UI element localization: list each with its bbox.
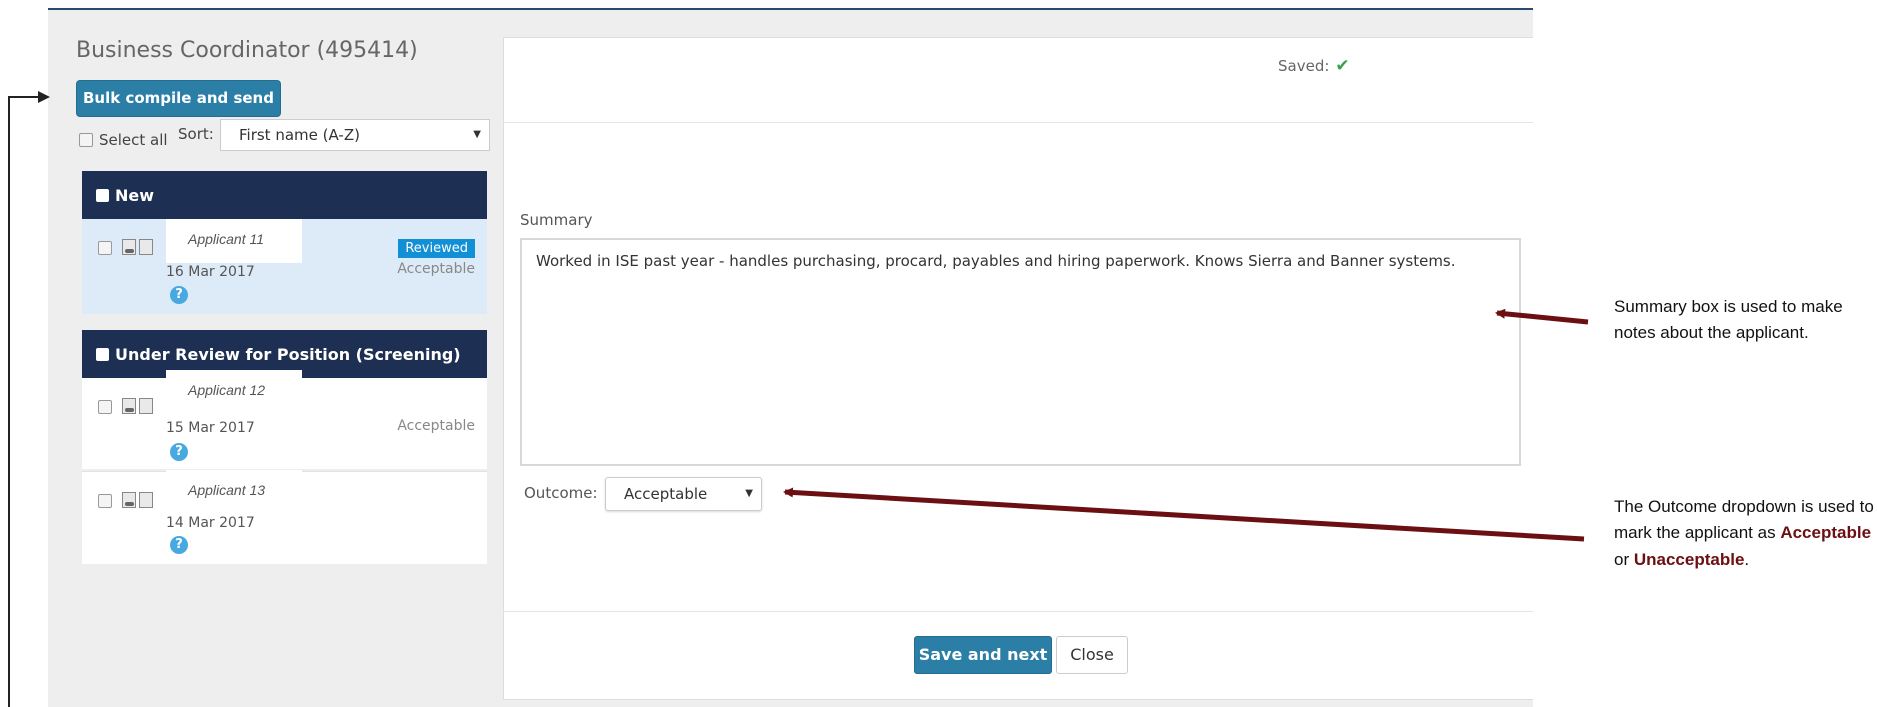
select-all-label: Select all [99, 131, 168, 149]
copy-document-icon[interactable] [139, 492, 153, 508]
applicant-date: 16 Mar 2017 [166, 264, 255, 280]
close-button[interactable]: Close [1056, 636, 1128, 674]
outcome-annotation: The Outcome dropdown is used to mark the… [1614, 494, 1876, 573]
applicant-doc-icons [122, 239, 153, 255]
bulk-compile-send-button[interactable]: Bulk compile and send [76, 80, 281, 117]
applicant-checkbox[interactable] [98, 494, 112, 508]
applicant-doc-icons [122, 398, 153, 414]
group-checkbox[interactable] [96, 188, 109, 202]
applicant-doc-icons [122, 492, 153, 508]
applicant-card[interactable]: Applicant 13 14 Mar 2017 ? [82, 470, 487, 564]
outcome-note-unacceptable: Unacceptable [1633, 549, 1745, 569]
reviewed-badge: Reviewed [398, 239, 475, 258]
footer-divider [503, 611, 1533, 612]
applicant-card[interactable]: Applicant 12 15 Mar 2017 ? Acceptable [82, 370, 487, 469]
applicant-card[interactable]: Applicant 11 16 Mar 2017 ? Reviewed Acce… [82, 219, 487, 314]
copy-document-icon[interactable] [139, 398, 153, 414]
applicant-date: 14 Mar 2017 [166, 515, 255, 531]
outcome-note-end: . [1744, 549, 1750, 569]
outcome-value: Acceptable [624, 485, 708, 503]
select-all[interactable]: Select all [79, 131, 168, 149]
group-title: Under Review for Position (Screening) [115, 344, 461, 364]
applicant-date: 15 Mar 2017 [166, 420, 255, 436]
help-icon[interactable]: ? [170, 536, 188, 554]
applicant-checkbox[interactable] [98, 241, 112, 255]
help-icon[interactable]: ? [170, 443, 188, 461]
sort-select-value: First name (A-Z) [239, 126, 360, 144]
caret-down-icon: ▼ [473, 129, 481, 140]
outcome-note-or: or [1614, 549, 1630, 569]
help-icon[interactable]: ? [170, 286, 188, 304]
sort-label: Sort: [178, 125, 214, 143]
group-header-new[interactable]: New [82, 171, 487, 219]
summary-label: Summary [520, 211, 593, 229]
check-icon: ✔ [1335, 56, 1350, 76]
saved-indicator: Saved: ✔ [1278, 56, 1350, 76]
outcome-label: Outcome: [524, 484, 598, 502]
top-border [48, 8, 1533, 10]
applicant-status: Acceptable [397, 261, 475, 277]
save-and-next-button[interactable]: Save and next [914, 636, 1052, 674]
applicant-name[interactable]: Applicant 11 [166, 219, 302, 263]
applicant-checkbox[interactable] [98, 400, 112, 414]
select-all-checkbox[interactable] [79, 133, 93, 147]
summary-annotation: Summary box is used to make notes about … [1614, 297, 1843, 343]
page-title: Business Coordinator (495414) [76, 38, 418, 63]
applicant-name[interactable]: Applicant 13 [166, 470, 302, 514]
sort-select[interactable]: First name (A-Z) ▼ [220, 119, 490, 151]
summary-textarea[interactable]: Worked in ISE past year - handles purcha… [520, 238, 1521, 466]
header-divider [503, 122, 1533, 123]
bulk-arrow [8, 91, 50, 707]
applicant-name[interactable]: Applicant 12 [166, 370, 302, 414]
view-document-icon[interactable] [122, 239, 136, 255]
saved-label: Saved: [1278, 57, 1330, 75]
outcome-note-acceptable: Acceptable [1780, 523, 1872, 543]
view-document-icon[interactable] [122, 492, 136, 508]
group-checkbox[interactable] [96, 347, 109, 361]
view-document-icon[interactable] [122, 398, 136, 414]
caret-down-icon: ▼ [745, 488, 753, 499]
copy-document-icon[interactable] [139, 239, 153, 255]
outcome-dropdown[interactable]: Acceptable ▼ [605, 477, 762, 511]
applicant-status: Acceptable [397, 418, 475, 434]
group-title: New [115, 185, 155, 205]
